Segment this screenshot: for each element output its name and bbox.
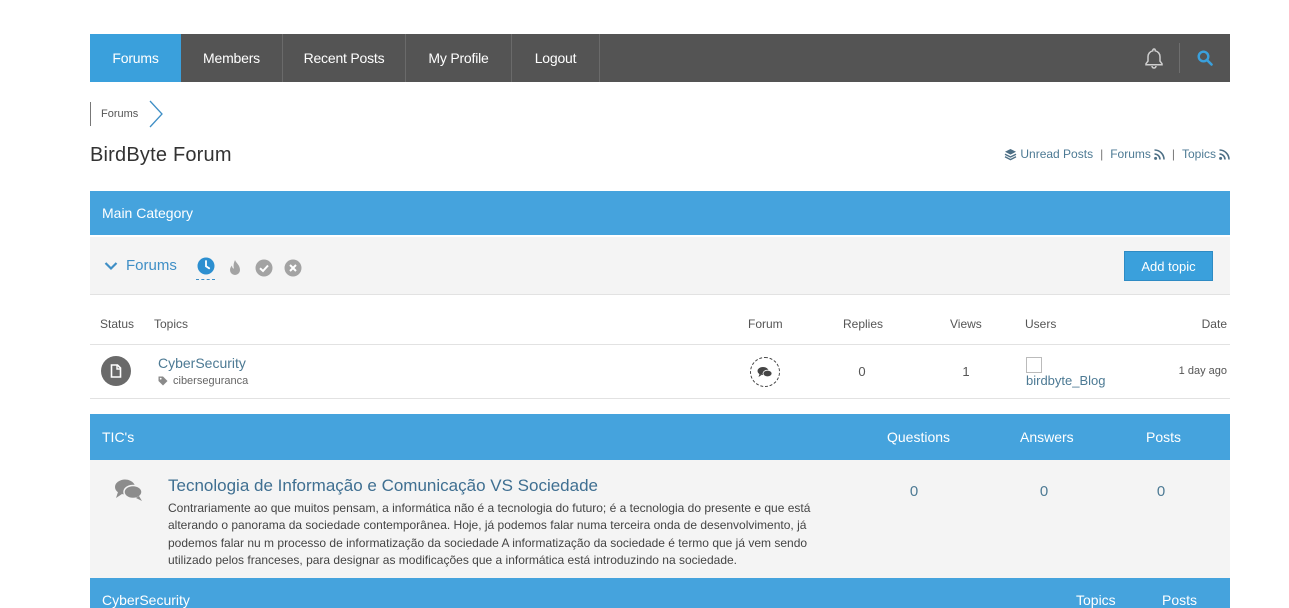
main-category-header[interactable]: Main Category — [90, 191, 1230, 235]
col-answers: Answers — [1020, 429, 1074, 445]
forum-description: Contrariamente ao que muitos pensam, a i… — [168, 501, 811, 567]
forums-toggle[interactable]: Forums — [104, 257, 177, 274]
answers-count: 0 — [1039, 483, 1049, 500]
document-icon — [101, 356, 131, 386]
col-views: Views — [950, 317, 982, 331]
breadcrumb: Forums — [90, 100, 164, 128]
posts-count: 0 — [1156, 483, 1166, 500]
tag-icon — [158, 376, 168, 386]
top-nav: Forums Members Recent Posts My Profile L… — [90, 34, 1230, 82]
topic-date: 1 day ago — [1178, 365, 1227, 377]
forums-rss-label: Forums — [1110, 147, 1151, 161]
next-category-title: CyberSecurity — [102, 592, 190, 608]
layers-icon — [1005, 148, 1017, 160]
flame-icon[interactable] — [225, 259, 244, 278]
broken-image-icon — [1026, 357, 1042, 373]
col-users: Users — [1025, 317, 1057, 331]
col-topics: Topics — [154, 317, 189, 331]
col-posts: Posts — [1146, 429, 1182, 445]
forums-rss-link[interactable]: Forums — [1110, 147, 1165, 161]
filter-icons — [196, 256, 302, 280]
views-count: 1 — [962, 364, 970, 379]
top-links: Unread Posts | Forums | Topics — [1004, 147, 1230, 161]
topic-filter-bar: Forums Add topic — [90, 237, 1230, 295]
main-category-title: Main Category — [102, 205, 194, 221]
topic-tag-label: ciberseguranca — [173, 375, 249, 387]
nav-my-profile[interactable]: My Profile — [406, 34, 512, 82]
forum-page: Forums Members Recent Posts My Profile L… — [90, 34, 1230, 608]
topic-link[interactable]: CyberSecurity — [158, 355, 246, 371]
user-name: birdbyte_Blog — [1026, 373, 1106, 388]
unread-posts-link[interactable]: Unread Posts — [1004, 147, 1093, 161]
x-circle-icon[interactable] — [283, 259, 302, 278]
separator: | — [1171, 147, 1175, 161]
forums-toggle-label: Forums — [126, 257, 177, 274]
topics-table-header: Status Topics Forum Replies Views Users … — [90, 314, 1230, 345]
tics-category-header[interactable]: TIC's Questions Answers Posts — [90, 414, 1230, 460]
forum-title-link[interactable]: Tecnologia de Informação e Comunicação V… — [168, 476, 598, 496]
comments-icon — [114, 478, 144, 507]
col-questions: Questions — [887, 429, 951, 445]
replies-count: 0 — [858, 364, 866, 379]
next-col-posts: Posts — [1162, 592, 1198, 608]
tics-category-title: TIC's — [102, 429, 135, 445]
nav-forums[interactable]: Forums — [90, 34, 181, 82]
col-status: Status — [100, 317, 135, 331]
nav-members[interactable]: Members — [181, 34, 283, 82]
user-avatar[interactable]: birdbyte_Blog — [1026, 357, 1106, 388]
questions-count: 0 — [909, 483, 919, 500]
bell-icon[interactable] — [1129, 34, 1179, 82]
forum-list-item: Tecnologia de Informação e Comunicação V… — [90, 460, 1230, 578]
col-date: Date — [1201, 317, 1227, 331]
chevron-right-icon — [149, 100, 164, 128]
next-col-topics: Topics — [1076, 592, 1116, 608]
col-forum: Forum — [748, 317, 783, 331]
breadcrumb-forums[interactable]: Forums — [90, 102, 148, 126]
nav-logout[interactable]: Logout — [512, 34, 600, 82]
nav-actions — [1129, 34, 1230, 82]
rss-icon — [1219, 148, 1230, 160]
nav-recent-posts[interactable]: Recent Posts — [283, 34, 406, 82]
check-circle-icon[interactable] — [254, 259, 273, 278]
rss-icon — [1153, 148, 1165, 160]
page-title: BirdByte Forum — [90, 144, 232, 166]
separator: | — [1100, 147, 1104, 161]
clock-icon[interactable] — [196, 256, 215, 280]
topics-rss-link[interactable]: Topics — [1182, 147, 1230, 161]
topics-rss-label: Topics — [1181, 147, 1216, 161]
table-row: CyberSecurity ciberseguranca 0 1 birdbyt… — [90, 345, 1230, 399]
topic-tag[interactable]: ciberseguranca — [158, 375, 248, 387]
col-replies: Replies — [843, 317, 884, 331]
cybersecurity-category-header[interactable]: CyberSecurity Topics Posts — [90, 578, 1230, 608]
forum-chat-icon[interactable] — [750, 357, 780, 387]
unread-posts-label: Unread Posts — [1020, 147, 1094, 161]
search-icon[interactable] — [1180, 34, 1230, 82]
add-topic-button[interactable]: Add topic — [1124, 251, 1213, 281]
chevron-down-icon — [104, 261, 118, 270]
